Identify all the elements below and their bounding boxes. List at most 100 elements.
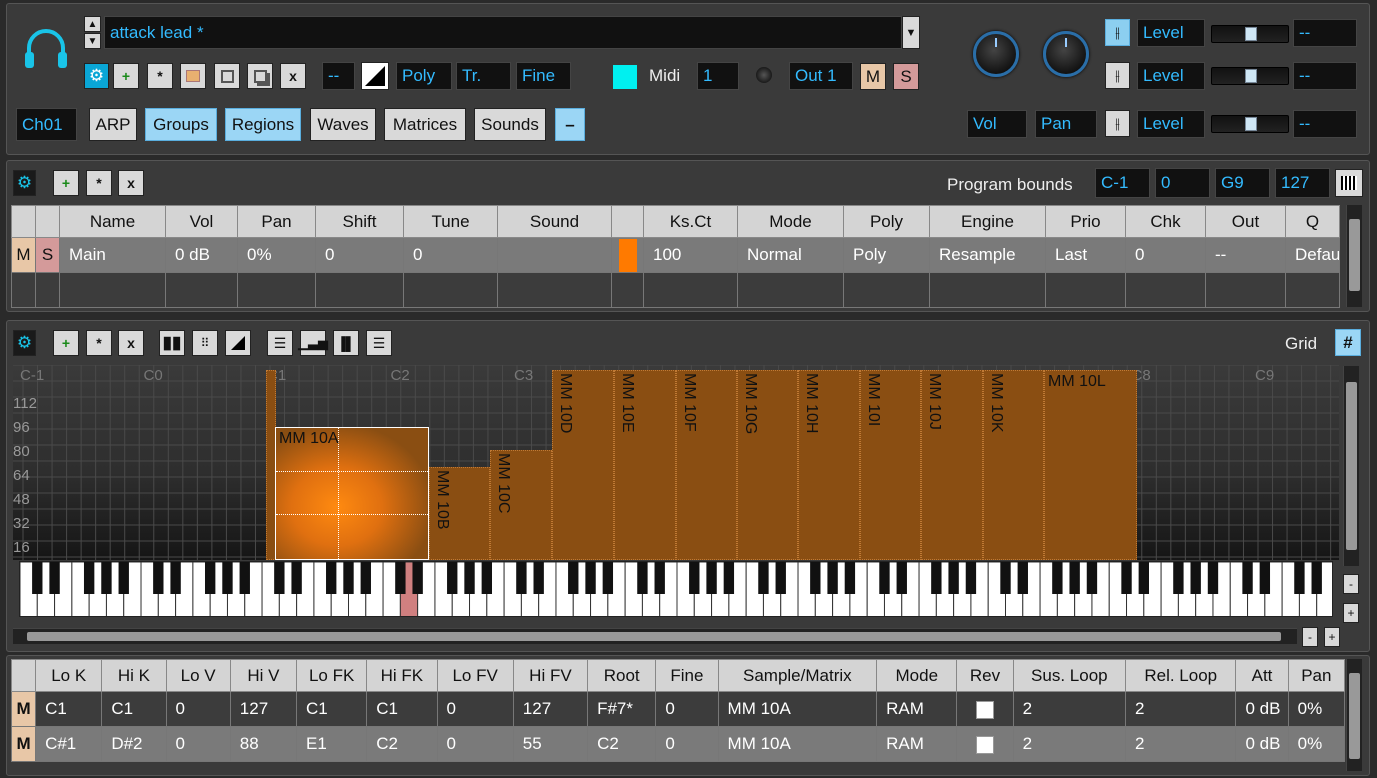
output-field[interactable]: Out 1 xyxy=(789,62,853,90)
channel-field[interactable]: Ch01 xyxy=(16,108,77,141)
cell[interactable]: Poly xyxy=(843,237,930,273)
groups-duplicate-button[interactable]: * xyxy=(86,170,112,196)
delete-button[interactable]: x xyxy=(280,63,306,89)
save-button[interactable] xyxy=(214,63,240,89)
black-key[interactable] xyxy=(585,562,596,594)
header-cell[interactable]: Hi FK xyxy=(366,659,438,692)
black-key[interactable] xyxy=(204,562,216,594)
header-cell[interactable]: Pan xyxy=(237,205,316,238)
cell[interactable]: D#2 xyxy=(101,726,167,762)
region-block[interactable]: MM 10I xyxy=(860,370,921,560)
level-label-3[interactable]: Level xyxy=(1137,110,1205,138)
header-cell[interactable]: Sample/Matrix xyxy=(717,659,878,692)
black-key[interactable] xyxy=(568,562,579,594)
black-key[interactable] xyxy=(931,562,942,594)
cell[interactable]: 0 dB xyxy=(165,237,238,273)
bounds-high-vel[interactable]: 127 xyxy=(1275,168,1330,198)
header-cell[interactable] xyxy=(611,205,644,238)
velocity-curve-button[interactable] xyxy=(225,330,251,356)
cell[interactable]: Last xyxy=(1045,237,1126,273)
region-block[interactable]: MM 10F xyxy=(676,370,737,560)
black-key[interactable] xyxy=(1311,562,1322,594)
open-button[interactable] xyxy=(180,63,206,89)
cell[interactable]: C2 xyxy=(587,726,657,762)
black-key[interactable] xyxy=(101,562,112,594)
piano-keyboard[interactable] xyxy=(19,561,1333,617)
black-key[interactable] xyxy=(706,562,717,594)
cell[interactable]: 100 xyxy=(643,237,738,273)
black-key[interactable] xyxy=(1294,562,1305,594)
cell[interactable]: 2 xyxy=(1012,691,1127,727)
solo-button[interactable]: S xyxy=(893,63,919,90)
regions-duplicate-button[interactable]: * xyxy=(86,330,112,356)
region-block[interactable]: MM 10K xyxy=(983,370,1044,560)
reverse-checkbox-cell[interactable] xyxy=(956,691,1014,727)
vol-field[interactable]: Vol xyxy=(967,110,1027,138)
header-cell[interactable]: Hi FV xyxy=(512,659,589,692)
black-key[interactable] xyxy=(810,562,821,594)
table-row[interactable]: M C#1 D#2 0 88 E1 C2 0 55 C2 0 MM 10A RA… xyxy=(10,726,1346,762)
curve-button[interactable] xyxy=(361,62,389,90)
scroll-thumb[interactable] xyxy=(1346,382,1357,550)
level-value-1[interactable]: -- xyxy=(1293,19,1357,47)
mute-cell[interactable]: M xyxy=(10,726,37,762)
header-cell[interactable]: Pan xyxy=(1287,659,1346,692)
groups-settings-button[interactable]: ⚙ xyxy=(13,170,36,196)
region-block[interactable]: MM 10E xyxy=(614,370,676,560)
black-key[interactable] xyxy=(533,562,544,594)
level-value-3[interactable]: -- xyxy=(1293,110,1357,138)
region-block[interactable]: MM 10L xyxy=(1044,370,1137,560)
regions-scrollbar-v[interactable] xyxy=(1343,366,1359,566)
split-icon-button[interactable]: ▮▮ xyxy=(159,330,185,356)
cell[interactable]: MM 10A xyxy=(717,726,878,762)
black-key[interactable] xyxy=(170,562,181,594)
reverse-checkbox[interactable] xyxy=(976,735,995,754)
collapse-button[interactable]: – xyxy=(555,108,585,141)
header-cell[interactable]: Hi K xyxy=(101,659,167,692)
scroll-thumb[interactable] xyxy=(1349,673,1360,759)
cell[interactable]: 0 xyxy=(403,237,498,273)
cell[interactable]: E1 xyxy=(296,726,368,762)
grid-dots-button[interactable]: ⠿ xyxy=(192,330,218,356)
header-cell[interactable]: Ks.Ct xyxy=(643,205,738,238)
header-cell[interactable]: Root xyxy=(587,659,657,692)
black-key[interactable] xyxy=(879,562,890,594)
bounds-low-key[interactable]: C-1 xyxy=(1095,168,1150,198)
settings-button[interactable]: ⚙ xyxy=(84,63,109,89)
cell[interactable]: 127 xyxy=(229,691,298,727)
level-mixer-button-3[interactable]: ⫲ xyxy=(1105,110,1130,137)
slider-handle[interactable] xyxy=(1245,117,1257,131)
cell[interactable]: Defau xyxy=(1285,237,1340,273)
header-cell[interactable]: Poly xyxy=(843,205,930,238)
header-cell[interactable]: Sus. Loop xyxy=(1012,659,1127,692)
cell[interactable]: F#7* xyxy=(587,691,657,727)
black-key[interactable] xyxy=(274,562,285,594)
cell[interactable]: 0 xyxy=(315,237,404,273)
align-left-button[interactable]: ☰ xyxy=(267,330,293,356)
mute-cell[interactable]: M xyxy=(11,237,36,273)
midi-channel-field[interactable]: 1 xyxy=(697,62,739,90)
region-block[interactable]: MM 10H xyxy=(798,370,860,560)
region-block[interactable]: MM 10B xyxy=(429,467,490,560)
regions-delete-button[interactable]: x xyxy=(118,330,144,356)
level-label-2[interactable]: Level xyxy=(1137,62,1205,90)
cell[interactable]: 0% xyxy=(1287,726,1346,762)
header-cell[interactable]: Prio xyxy=(1045,205,1126,238)
black-key[interactable] xyxy=(360,562,371,594)
header-cell[interactable]: Shift xyxy=(315,205,404,238)
header-cell[interactable]: Name xyxy=(59,205,166,238)
black-key[interactable] xyxy=(965,562,977,594)
preset-down-button[interactable]: ▼ xyxy=(84,33,101,49)
regions-scrollbar-h[interactable] xyxy=(13,628,1297,644)
header-cell[interactable]: Q xyxy=(1285,205,1340,238)
black-key[interactable] xyxy=(1259,562,1271,594)
black-key[interactable] xyxy=(83,562,95,594)
keyboard-button[interactable] xyxy=(1335,169,1363,197)
copy-button[interactable] xyxy=(247,63,273,89)
black-key[interactable] xyxy=(723,562,735,594)
pan-field[interactable]: Pan xyxy=(1035,110,1097,138)
black-key[interactable] xyxy=(654,562,665,594)
add-button[interactable]: + xyxy=(113,63,139,89)
region-block[interactable]: MM 10G xyxy=(737,370,798,560)
tab-sounds[interactable]: Sounds xyxy=(474,108,546,141)
